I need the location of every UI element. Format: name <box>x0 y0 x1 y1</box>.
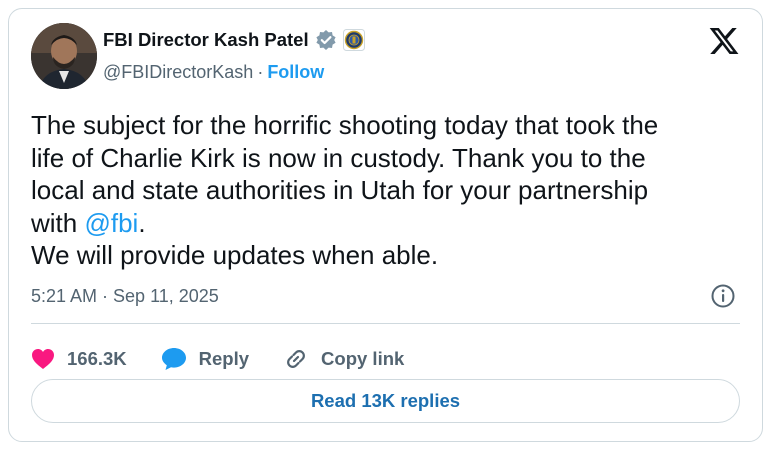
verified-badge-icon <box>315 29 337 51</box>
reply-bubble-icon <box>161 348 186 370</box>
likes-count: 166.3K <box>67 348 127 369</box>
author-display-name[interactable]: FBI Director Kash Patel <box>103 29 309 51</box>
avatar[interactable] <box>31 23 97 89</box>
copy-link-label: Copy link <box>321 348 405 369</box>
follow-button[interactable]: Follow <box>267 62 324 83</box>
x-logo-icon[interactable] <box>708 25 740 57</box>
author-handle[interactable]: @FBIDirectorKash <box>103 62 253 83</box>
reply-button[interactable]: Reply <box>161 347 249 371</box>
like-button[interactable]: 166.3K <box>31 348 127 370</box>
author-name-row: FBI Director Kash Patel <box>103 29 365 51</box>
tweet-text: The subject for the horrific shooting to… <box>31 109 751 272</box>
action-bar: 166.3K Reply Copy link <box>31 339 438 379</box>
fbi-seal-icon <box>342 29 365 51</box>
reply-label: Reply <box>198 348 250 369</box>
heart-icon <box>32 349 54 369</box>
mention-link[interactable]: @fbi <box>84 208 138 238</box>
divider <box>31 323 740 324</box>
author-handle-row: @FBIDirectorKash · Follow <box>103 62 324 83</box>
link-icon <box>287 350 305 368</box>
info-icon[interactable] <box>710 283 736 309</box>
tweet-card: FBI Director Kash Patel @FBIDirectorKash… <box>8 8 763 442</box>
separator-dot: · <box>257 62 264 82</box>
read-replies-button[interactable]: Read 13K replies <box>31 379 740 423</box>
copy-link-button[interactable]: Copy link <box>283 346 404 372</box>
tweet-timestamp[interactable]: 5:21 AM · Sep 11, 2025 <box>31 286 219 307</box>
